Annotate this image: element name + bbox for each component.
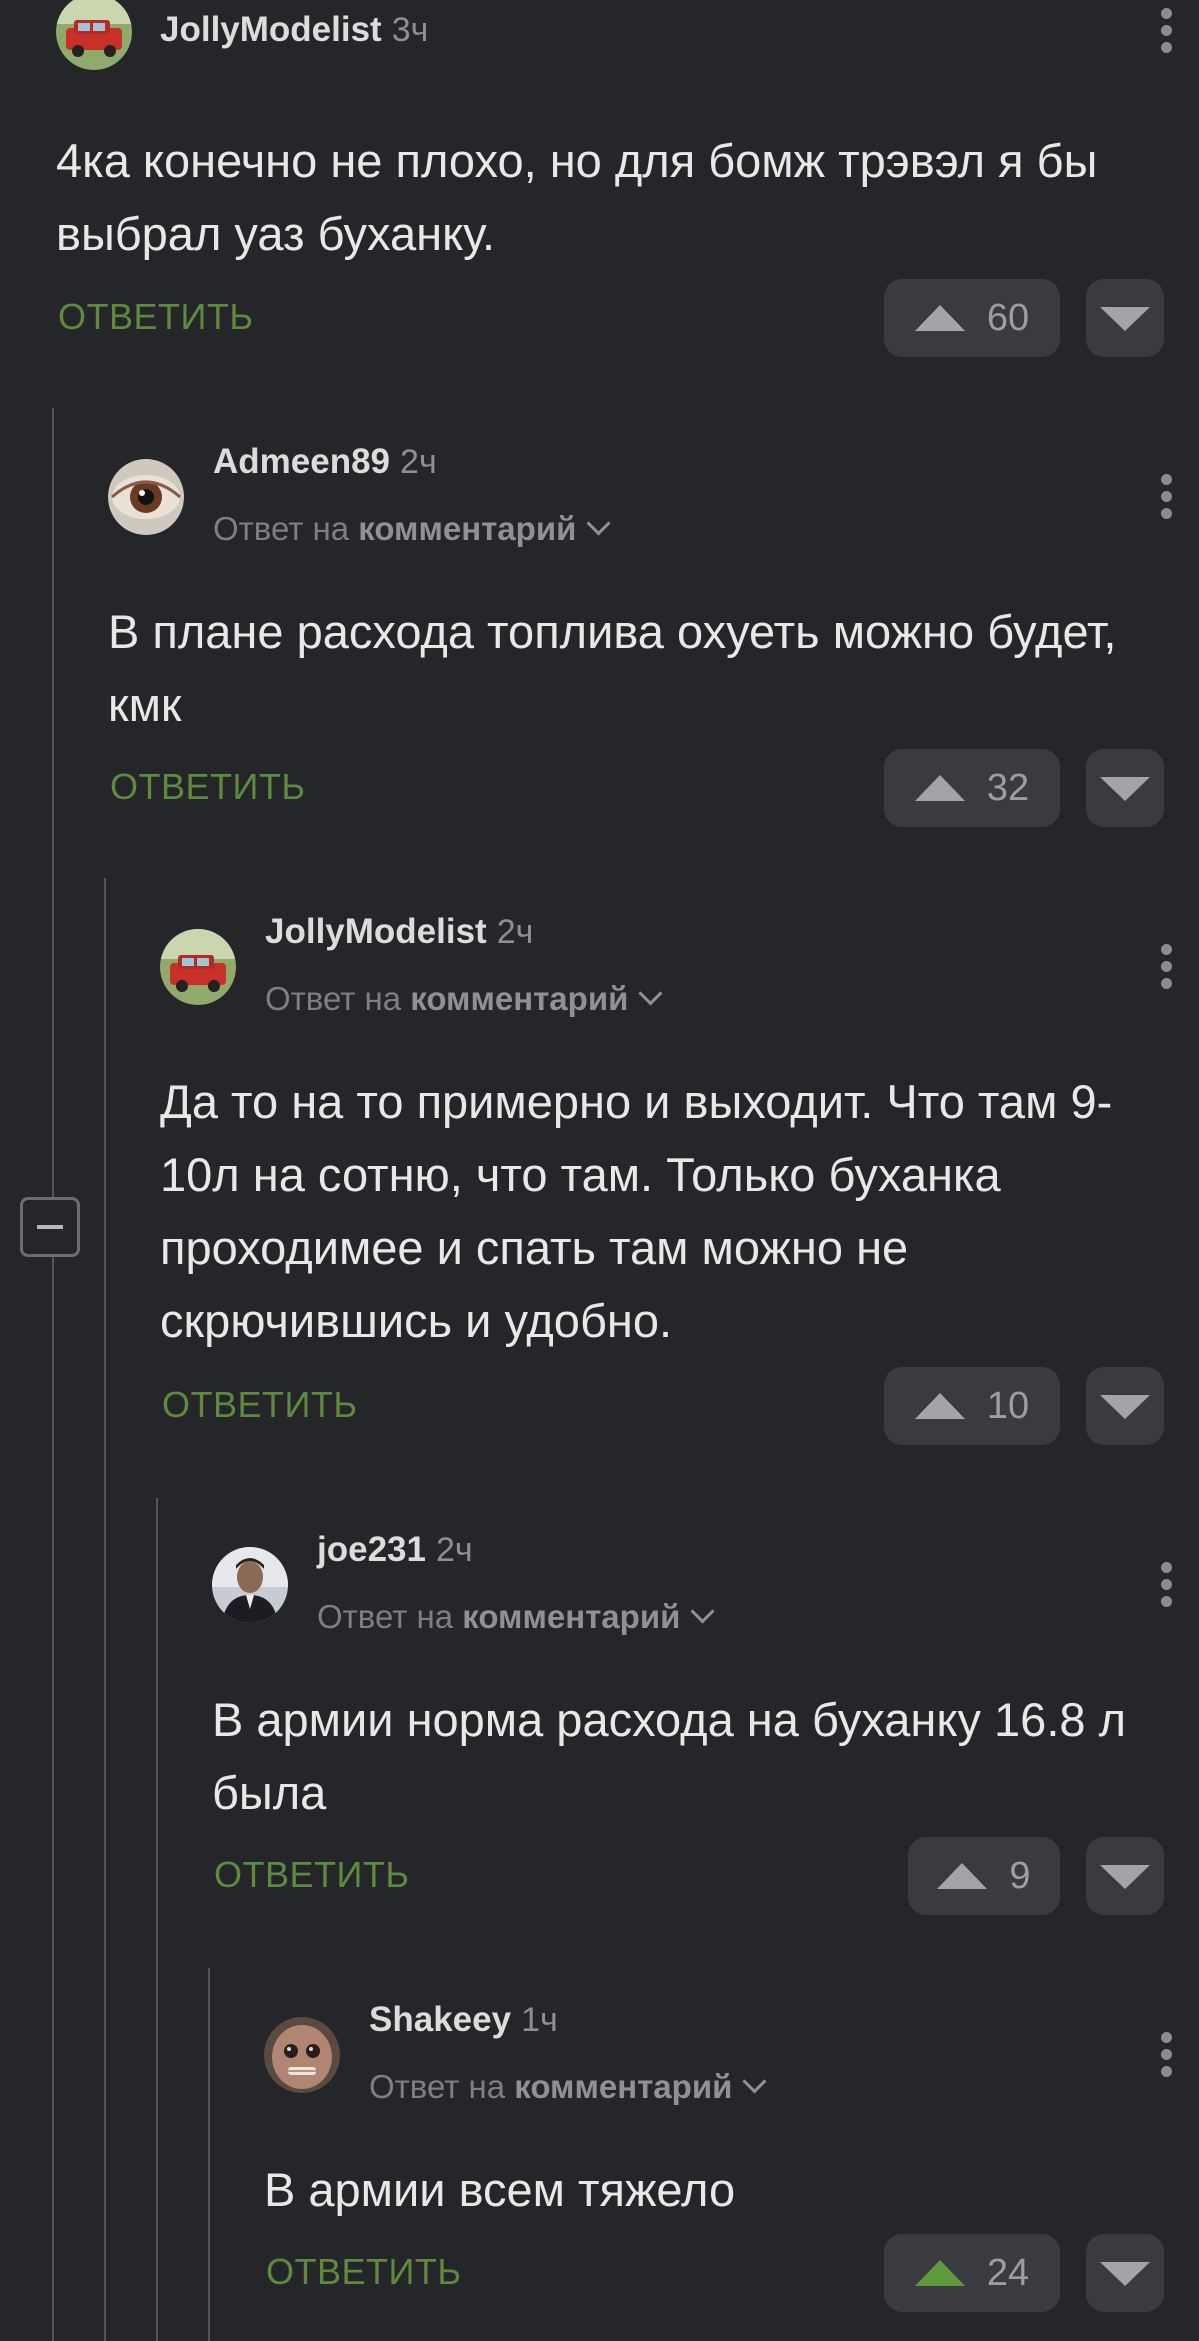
comment-time: 2ч <box>496 913 534 951</box>
collapse-thread-button[interactable] <box>20 1197 80 1257</box>
comment-author[interactable]: joe231 2ч <box>317 1530 473 1570</box>
comment-time: 1ч <box>521 2001 558 2039</box>
comment-author[interactable]: Shakeey 1ч <box>369 2000 558 2040</box>
thread-line-level-2 <box>104 878 106 2341</box>
author-name[interactable]: Admeen89 <box>213 442 390 481</box>
comment-author[interactable]: Admeen89 2ч <box>213 442 437 482</box>
chevron-down-icon[interactable] <box>638 981 663 1006</box>
author-name[interactable]: joe231 <box>317 1530 426 1569</box>
vote-count: 24 <box>986 2251 1030 2294</box>
vote-count: 32 <box>986 766 1030 809</box>
reply-button[interactable]: ОТВЕТИТЬ <box>266 2251 462 2293</box>
reply-button[interactable]: ОТВЕТИТЬ <box>214 1854 410 1896</box>
reply-to-link[interactable]: Ответ на комментарий <box>265 980 663 1018</box>
reply-to-target[interactable]: комментарий <box>514 2068 732 2105</box>
downvote-button[interactable] <box>1086 2234 1164 2312</box>
comment-text: В армии всем тяжело <box>264 2163 736 2216</box>
downvote-button[interactable] <box>1086 1837 1164 1915</box>
upvote-button[interactable]: 60 <box>884 279 1060 357</box>
comment-time: 2ч <box>400 443 437 481</box>
downvote-icon <box>1100 2262 1150 2286</box>
comment-text: В армии норма расхода на буханку 16.8 л … <box>212 1693 1126 1819</box>
downvote-button[interactable] <box>1086 279 1164 357</box>
reply-to-prefix: Ответ на <box>369 2068 506 2105</box>
upvote-icon <box>914 775 965 801</box>
downvote-icon <box>1100 1865 1150 1889</box>
comment-author[interactable]: JollyModelist 3ч <box>160 10 428 50</box>
upvote-button[interactable]: 32 <box>884 749 1060 827</box>
reply-to-prefix: Ответ на <box>265 980 402 1017</box>
more-options-icon[interactable] <box>1161 8 1172 59</box>
comment-time: 3ч <box>391 11 429 49</box>
thread-line-level-4 <box>208 1968 210 2341</box>
thread-line-level-1 <box>52 408 54 2341</box>
avatar[interactable] <box>160 929 236 1005</box>
upvote-button[interactable]: 9 <box>908 1837 1060 1915</box>
upvote-icon <box>914 1393 965 1419</box>
reply-to-target[interactable]: комментарий <box>462 1598 680 1635</box>
upvote-icon <box>914 305 965 331</box>
vote-count: 10 <box>986 1384 1030 1427</box>
chevron-down-icon[interactable] <box>690 1599 715 1624</box>
avatar[interactable] <box>264 2017 340 2093</box>
vote-count: 9 <box>1009 1854 1031 1897</box>
author-name[interactable]: JollyModelist <box>265 912 487 951</box>
more-options-icon[interactable] <box>1161 2032 1172 2083</box>
avatar[interactable] <box>212 1547 288 1623</box>
comment: Shakeey 1ч Ответ на комментарий В армии в… <box>0 0 1199 2312</box>
reply-button[interactable]: ОТВЕТИТЬ <box>162 1384 358 1426</box>
author-name[interactable]: JollyModelist <box>160 10 382 49</box>
chevron-down-icon[interactable] <box>586 511 611 536</box>
comment-time: 2ч <box>435 1531 473 1569</box>
reply-to-link[interactable]: Ответ на комментарий <box>213 510 611 548</box>
upvote-icon <box>914 2260 965 2286</box>
downvote-icon <box>1100 307 1150 331</box>
comment-text: 4ка конечно не плохо, но для бомж трэвэл… <box>56 134 1098 260</box>
reply-button[interactable]: ОТВЕТИТЬ <box>110 766 306 808</box>
vote-count: 60 <box>986 296 1030 339</box>
reply-to-target[interactable]: комментарий <box>358 510 576 547</box>
author-name[interactable]: Shakeey <box>369 2000 511 2039</box>
downvote-icon <box>1100 1395 1150 1419</box>
comment-text: В плане расхода топлива охуеть можно буд… <box>108 605 1117 731</box>
reply-to-prefix: Ответ на <box>213 510 350 547</box>
downvote-button[interactable] <box>1086 1367 1164 1445</box>
more-options-icon[interactable] <box>1161 1562 1172 1613</box>
upvote-button[interactable]: 24 <box>884 2234 1060 2312</box>
avatar[interactable] <box>108 459 184 535</box>
reply-to-prefix: Ответ на <box>317 1598 454 1635</box>
more-options-icon[interactable] <box>1161 474 1172 525</box>
upvote-button[interactable]: 10 <box>884 1367 1060 1445</box>
chevron-down-icon[interactable] <box>742 2069 767 2094</box>
comment-text: Да то на то примерно и выходит. Что там … <box>160 1075 1113 1347</box>
thread-line-level-3 <box>156 1498 158 2341</box>
downvote-icon <box>1100 777 1150 801</box>
upvote-icon <box>937 1863 988 1889</box>
reply-button[interactable]: ОТВЕТИТЬ <box>58 296 254 338</box>
comment-author[interactable]: JollyModelist 2ч <box>265 912 533 952</box>
reply-to-target[interactable]: комментарий <box>410 980 628 1017</box>
avatar[interactable] <box>56 0 132 70</box>
more-options-icon[interactable] <box>1161 944 1172 995</box>
downvote-button[interactable] <box>1086 749 1164 827</box>
reply-to-link[interactable]: Ответ на комментарий <box>369 2068 767 2106</box>
reply-to-link[interactable]: Ответ на комментарий <box>317 1598 715 1636</box>
